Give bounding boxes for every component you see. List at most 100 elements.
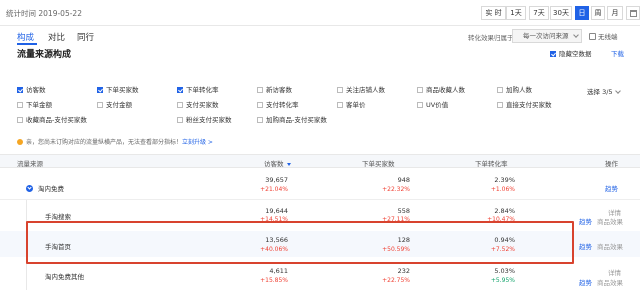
cell-visitors: 19,644	[265, 207, 288, 215]
active-tab-indicator	[17, 43, 37, 45]
device-select[interactable]: 无线端	[589, 31, 618, 41]
metric-add-cart[interactable]: 加购人数	[497, 84, 532, 94]
metric-pay-rate[interactable]: 支付转化率	[257, 99, 299, 109]
metric-fav-pay-buyers[interactable]: 收藏商品-支付买家数	[17, 114, 87, 124]
collapse-icon[interactable]	[26, 185, 33, 192]
metric-checkbox[interactable]	[177, 102, 183, 108]
cell-rate: 2.39%	[494, 176, 515, 184]
metric-label: 收藏商品-支付买家数	[26, 116, 87, 124]
metric-label: 加购人数	[506, 86, 532, 94]
metric-checkbox[interactable]	[337, 102, 343, 108]
metric-direct-pay-buyers[interactable]: 直接支付买家数	[497, 99, 552, 109]
range-realtime-button[interactable]: 实 时	[481, 6, 506, 20]
conversion-attribution-value: 每一次访问来源	[523, 32, 569, 40]
cell-rate-change: +1.06%	[490, 186, 515, 193]
metric-checkbox[interactable]	[17, 87, 23, 93]
metric-label: 下单买家数	[106, 86, 139, 94]
metric-checkbox[interactable]	[17, 102, 23, 108]
cell-visitors-change: +15.85%	[260, 277, 288, 284]
notice-text: 亲，您尚未订购对应的流量纵横产品，无法查看部分指标！	[26, 139, 183, 146]
col-ops: 操作	[605, 160, 618, 168]
metric-label: 新访客数	[266, 86, 292, 94]
metric-checkbox[interactable]	[17, 117, 23, 123]
metric-label: 客单价	[346, 101, 366, 109]
metric-label: 直接支付买家数	[506, 101, 552, 109]
metric-cart-pay-buyers[interactable]: 加购商品-支付买家数	[257, 114, 327, 124]
col-buyers[interactable]: 下单买家数	[362, 158, 395, 168]
detail-link[interactable]: 详情	[608, 267, 621, 277]
range-7day-button[interactable]: 7天	[529, 6, 549, 20]
col-rate[interactable]: 下单转化率	[475, 158, 508, 168]
trend-link[interactable]: 趋势	[579, 241, 592, 251]
col-visitors[interactable]: 访客数	[264, 158, 291, 168]
metric-order-buyers[interactable]: 下单买家数	[97, 84, 139, 94]
metric-pay-amount[interactable]: 支付金额	[97, 99, 132, 109]
metric-checkbox[interactable]	[97, 102, 103, 108]
cell-buyers-change: +22.32%	[382, 186, 410, 193]
item-effect-link[interactable]: 商品效果	[597, 241, 623, 251]
metric-fan-pay-buyers[interactable]: 粉丝支付买家数	[177, 114, 232, 124]
section-title: 流量来源构成	[17, 50, 72, 60]
range-1day-button[interactable]: 1天	[506, 6, 526, 20]
download-link[interactable]: 下载	[611, 48, 624, 58]
trend-link[interactable]: 趋势	[605, 183, 618, 193]
metric-uv-value[interactable]: UV价值	[417, 99, 448, 109]
metric-label: 支付买家数	[186, 101, 219, 109]
item-effect-link[interactable]: 商品效果	[597, 216, 623, 226]
metric-checkbox[interactable]	[97, 87, 103, 93]
metric-label: 支付转化率	[266, 101, 299, 109]
metric-select-count[interactable]: 选择 3/5	[587, 86, 621, 96]
metric-checkbox[interactable]	[497, 87, 503, 93]
metric-visitors[interactable]: 访客数	[17, 84, 46, 94]
metric-checkbox[interactable]	[417, 87, 423, 93]
conversion-attribution-select[interactable]: 每一次访问来源	[512, 29, 582, 43]
trend-link[interactable]: 趋势	[579, 277, 592, 287]
metric-pay-buyers[interactable]: 支付买家数	[177, 99, 219, 109]
cell-visitors: 39,657	[265, 176, 288, 184]
metric-label: 商品收藏人数	[426, 86, 465, 94]
metric-label: 访客数	[26, 86, 46, 94]
range-day-button[interactable]: 日	[575, 6, 589, 20]
cell-rate-change: +5.95%	[490, 277, 515, 284]
hide-empty-checkbox[interactable]	[550, 51, 556, 57]
item-effect-link[interactable]: 商品效果	[597, 277, 623, 287]
metric-checkbox[interactable]	[257, 102, 263, 108]
upgrade-notice: 亲，您尚未订购对应的流量纵横产品，无法查看部分指标！立刻升级 >	[17, 137, 213, 146]
tab-compare[interactable]: 对比	[48, 31, 65, 43]
range-30day-button[interactable]: 30天	[550, 6, 572, 20]
metric-checkbox[interactable]	[257, 87, 263, 93]
metric-order-amount[interactable]: 下单金额	[17, 99, 52, 109]
metric-avg-order[interactable]: 客单价	[337, 99, 366, 109]
metric-label: 下单转化率	[186, 86, 219, 94]
tab-composition[interactable]: 构成	[17, 31, 34, 43]
metric-shop-followers[interactable]: 关注店铺人数	[337, 84, 385, 94]
metric-checkbox[interactable]	[177, 87, 183, 93]
metric-checkbox[interactable]	[177, 117, 183, 123]
chevron-down-icon	[614, 88, 621, 94]
table-row-name[interactable]: 淘内免费	[26, 183, 64, 193]
table-row-name[interactable]: 手淘搜索	[45, 211, 71, 221]
metric-checkbox[interactable]	[417, 102, 423, 108]
mobile-device-icon	[589, 33, 596, 40]
metric-label: 支付金额	[106, 101, 132, 109]
table-row-name[interactable]: 淘内免费其他	[45, 271, 84, 281]
calendar-button[interactable]	[626, 6, 640, 20]
metric-item-favorites[interactable]: 商品收藏人数	[417, 84, 465, 94]
tab-peers[interactable]: 同行	[77, 31, 94, 43]
metric-checkbox[interactable]	[337, 87, 343, 93]
cell-rate: 2.84%	[494, 207, 515, 215]
range-month-button[interactable]: 月	[607, 6, 623, 20]
hide-empty-toggle[interactable]: 隐藏空数据	[550, 48, 592, 58]
metric-checkbox[interactable]	[497, 102, 503, 108]
range-week-button[interactable]: 周	[591, 6, 605, 20]
metric-new-visitors[interactable]: 新访客数	[257, 84, 292, 94]
sort-desc-icon	[286, 163, 291, 166]
metric-label: UV价值	[426, 101, 449, 109]
metric-label: 加购商品-支付买家数	[266, 116, 327, 124]
trend-link[interactable]: 趋势	[579, 216, 592, 226]
metric-label: 关注店铺人数	[346, 86, 385, 94]
cell-visitors-change: +21.04%	[260, 186, 288, 193]
metric-checkbox[interactable]	[257, 117, 263, 123]
upgrade-link[interactable]: 立刻升级 >	[182, 139, 213, 146]
metric-order-rate[interactable]: 下单转化率	[177, 84, 219, 94]
